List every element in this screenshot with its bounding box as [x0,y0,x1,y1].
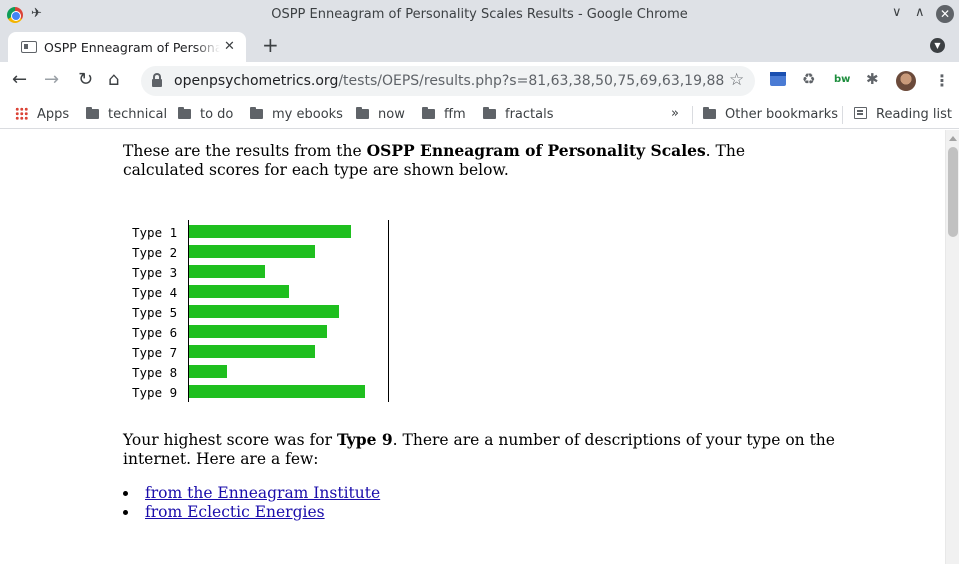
page-favicon-icon [21,41,37,53]
highest-text: Your highest score was for [123,431,337,449]
bar-label: Type 8 [132,365,178,380]
bookmark-star-icon[interactable]: ☆ [729,70,744,90]
bookmark-apps[interactable]: Apps [15,107,69,122]
test-name: OSPP Enneagram of Personality Scales [366,141,706,160]
description-links: from the Enneagram Institute from Eclect… [123,484,823,522]
bar-label: Type 7 [132,345,178,360]
bookmark-folder-fractals[interactable]: fractals [483,107,553,122]
bar [189,365,227,378]
bookmark-folder-other[interactable]: Other bookmarks [703,107,838,122]
bookmark-folder-ffm[interactable]: ffm [422,107,466,122]
browser-toolbar: ← → ↻ ⌂ openpsychometrics.org/tests/OEPS… [0,62,959,100]
intro-text: These are the results from the [123,142,367,160]
folder-icon [356,107,369,119]
bar [189,345,315,358]
highest-score-paragraph: Your highest score was for Type 9. There… [123,430,843,469]
bar [189,285,289,298]
bookmark-folder-to-do[interactable]: to do [178,107,233,122]
close-window-icon[interactable]: ✕ [936,5,954,23]
bar [189,325,327,338]
bar-label: Type 5 [132,305,178,320]
chart-axis-right [388,220,389,402]
bookmark-label: my ebooks [272,107,343,122]
bookmark-folder-technical[interactable]: technical [86,107,167,122]
bar-label: Type 2 [132,245,178,260]
bar [189,225,351,238]
tab-title: OSPP Enneagram of Personality Scales Res… [44,40,220,55]
scroll-up-arrow-icon[interactable] [949,136,957,141]
recycle-extension-icon[interactable]: ♻ [802,70,815,88]
bookmark-label: to do [200,107,234,122]
new-tab-icon[interactable]: + [262,33,279,57]
url-host: openpsychometrics.org [174,73,339,89]
folder-icon [86,107,99,119]
reading-list-icon [854,107,867,119]
bookmark-label: technical [108,107,168,122]
reading-list-button[interactable]: Reading list [854,107,952,122]
bookmark-label: Apps [37,107,70,122]
bar [189,245,315,258]
enneagram-institute-link[interactable]: from the Enneagram Institute [145,484,380,502]
forward-icon[interactable]: → [44,70,59,90]
window-title: OSPP Enneagram of Personality Scales Res… [271,7,688,22]
bw-extension-icon[interactable]: bw [834,74,850,85]
folder-icon [703,107,716,119]
bar [189,385,365,398]
bookmarks-bar: Apps technical to do my ebooks now ffm f… [0,100,959,129]
bookmark-label: now [378,107,405,122]
title-bar: ✈ OSPP Enneagram of Personality Scales R… [0,0,959,29]
calendar-extension-icon[interactable] [770,72,786,86]
menu-kebab-icon[interactable]: ⋮ [934,71,950,90]
home-icon[interactable]: ⌂ [108,70,119,90]
folder-icon [483,107,496,119]
page-viewport: These are the results from the OSPP Enne… [0,130,945,564]
folder-icon [422,107,435,119]
bookmark-label: ffm [444,107,466,122]
tab-search-icon[interactable]: ▼ [930,38,945,53]
highest-type: Type 9 [336,430,393,449]
back-icon[interactable]: ← [12,70,27,90]
maximize-icon[interactable]: ∧ [915,5,925,20]
reading-list-label: Reading list [876,107,952,122]
bar-label: Type 4 [132,285,178,300]
bar-label: Type 1 [132,225,178,240]
intro-paragraph: These are the results from the OSPP Enne… [123,141,823,180]
page-scrollbar[interactable] [945,130,959,564]
bookmark-folder-now[interactable]: now [356,107,405,122]
profile-avatar[interactable] [896,71,916,91]
tab-strip: OSPP Enneagram of Personality Scales Res… [0,29,959,62]
bookmarks-overflow-button[interactable]: » [671,106,679,121]
bookmark-label: fractals [505,107,554,122]
minimize-icon[interactable]: ∨ [892,5,902,20]
url-path: /tests/OEPS/results.php?s=81,63,38,50,75… [338,73,725,89]
url-text[interactable]: openpsychometrics.org/tests/OEPS/results… [174,73,724,89]
folder-icon [250,107,263,119]
bar [189,305,339,318]
list-item: from Eclectic Energies [123,503,823,522]
tab-active[interactable]: OSPP Enneagram of Personality Scales Res… [8,32,246,62]
bar-label: Type 9 [132,385,178,400]
close-tab-icon[interactable]: ✕ [224,39,235,54]
bookmark-folder-my-ebooks[interactable]: my ebooks [250,107,343,122]
bar-label: Type 3 [132,265,178,280]
address-bar[interactable]: openpsychometrics.org/tests/OEPS/results… [141,66,755,96]
bookmark-label: Other bookmarks [725,107,839,122]
bookmarks-divider [842,106,843,124]
bar-label: Type 6 [132,325,178,340]
list-item: from the Enneagram Institute [123,484,823,503]
bar [189,265,265,278]
folder-icon [178,107,191,119]
scrollbar-thumb[interactable] [948,147,958,237]
eclectic-energies-link[interactable]: from Eclectic Energies [145,503,325,521]
lock-icon[interactable] [152,73,162,87]
reload-icon[interactable]: ↻ [78,70,93,90]
scores-bar-chart: Type 1 Type 2 Type 3 Type 4 Type 5 Type 6 Type… [123,220,403,406]
bookmarks-divider [692,106,693,124]
apps-grid-icon [15,107,28,120]
extensions-puzzle-icon[interactable]: ✱ [866,70,879,88]
